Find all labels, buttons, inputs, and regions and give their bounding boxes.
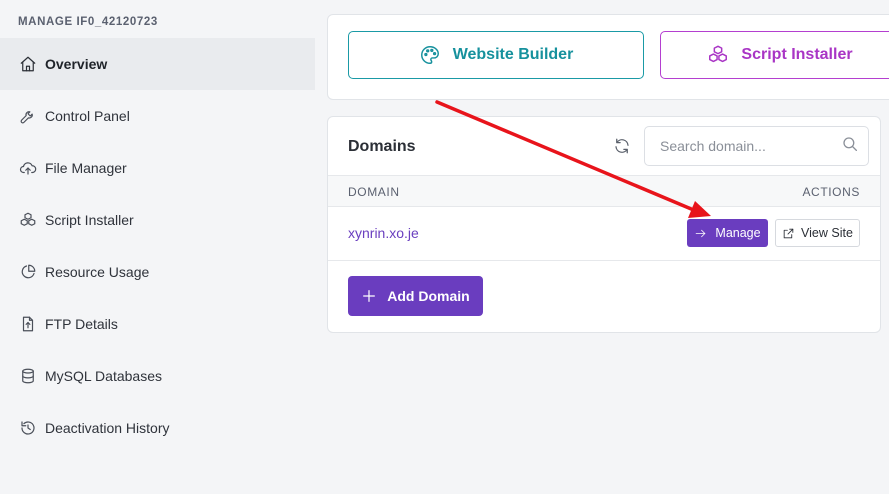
sidebar-item-script-installer[interactable]: Script Installer	[0, 194, 315, 246]
sidebar-item-resource-usage[interactable]: Resource Usage	[0, 246, 315, 298]
sidebar: MANAGE IF0_42120723 Overview Control Pan…	[0, 0, 315, 494]
sidebar-item-ftp-details[interactable]: FTP Details	[0, 298, 315, 350]
domains-card: Domains DOMAIN ACTIONS xynrin.xo.je Mana…	[327, 116, 881, 333]
database-icon	[18, 366, 38, 386]
script-installer-label: Script Installer	[741, 46, 853, 63]
table-row: xynrin.xo.je Manage View Site	[328, 207, 880, 261]
sidebar-item-label: File Manager	[45, 160, 127, 176]
search-input[interactable]	[660, 138, 841, 154]
sidebar-item-control-panel[interactable]: Control Panel	[0, 90, 315, 142]
external-link-icon	[783, 228, 794, 238]
column-header-domain: DOMAIN	[348, 185, 400, 199]
sidebar-nav: Overview Control Panel File Manager Scri…	[0, 38, 315, 454]
search-box	[644, 126, 869, 166]
cloud-upload-icon	[18, 158, 38, 178]
sidebar-item-deactivation-history[interactable]: Deactivation History	[0, 402, 315, 454]
sidebar-item-label: Script Installer	[45, 212, 134, 228]
sidebar-title: MANAGE IF0_42120723	[18, 16, 158, 28]
manage-label: Manage	[715, 226, 761, 240]
table-header: DOMAIN ACTIONS	[328, 175, 880, 207]
cubes-icon	[18, 210, 38, 230]
refresh-icon[interactable]	[613, 137, 633, 157]
sidebar-item-overview[interactable]: Overview	[0, 38, 315, 90]
view-site-button[interactable]: View Site	[775, 219, 860, 247]
home-icon	[18, 54, 38, 74]
manage-button[interactable]: Manage	[687, 219, 768, 247]
plus-icon	[363, 290, 376, 302]
script-installer-button[interactable]: Script Installer	[660, 31, 889, 79]
add-domain-label: Add Domain	[387, 288, 470, 304]
website-builder-button[interactable]: Website Builder	[348, 31, 644, 79]
file-upload-icon	[18, 314, 38, 334]
sidebar-item-label: Deactivation History	[45, 420, 170, 436]
pie-chart-icon	[18, 262, 38, 282]
search-icon[interactable]	[841, 135, 859, 158]
domains-title: Domains	[348, 138, 416, 155]
cubes-icon	[709, 45, 728, 63]
sidebar-item-file-manager[interactable]: File Manager	[0, 142, 315, 194]
sidebar-item-label: MySQL Databases	[45, 368, 162, 384]
column-header-actions: ACTIONS	[802, 185, 860, 199]
sidebar-item-label: Control Panel	[45, 108, 130, 124]
sidebar-item-mysql-databases[interactable]: MySQL Databases	[0, 350, 315, 402]
history-icon	[18, 418, 38, 438]
website-builder-label: Website Builder	[452, 46, 574, 63]
sidebar-item-label: Resource Usage	[45, 264, 150, 280]
sidebar-item-label: FTP Details	[45, 316, 118, 332]
wrench-icon	[18, 106, 38, 126]
add-domain-button[interactable]: Add Domain	[348, 276, 483, 316]
sidebar-item-label: Overview	[45, 56, 108, 72]
tools-card: Website Builder Script Installer	[327, 14, 889, 100]
domain-link[interactable]: xynrin.xo.je	[348, 225, 419, 241]
palette-icon	[420, 46, 439, 64]
arrow-right-icon	[696, 229, 706, 237]
view-site-label: View Site	[801, 226, 853, 240]
